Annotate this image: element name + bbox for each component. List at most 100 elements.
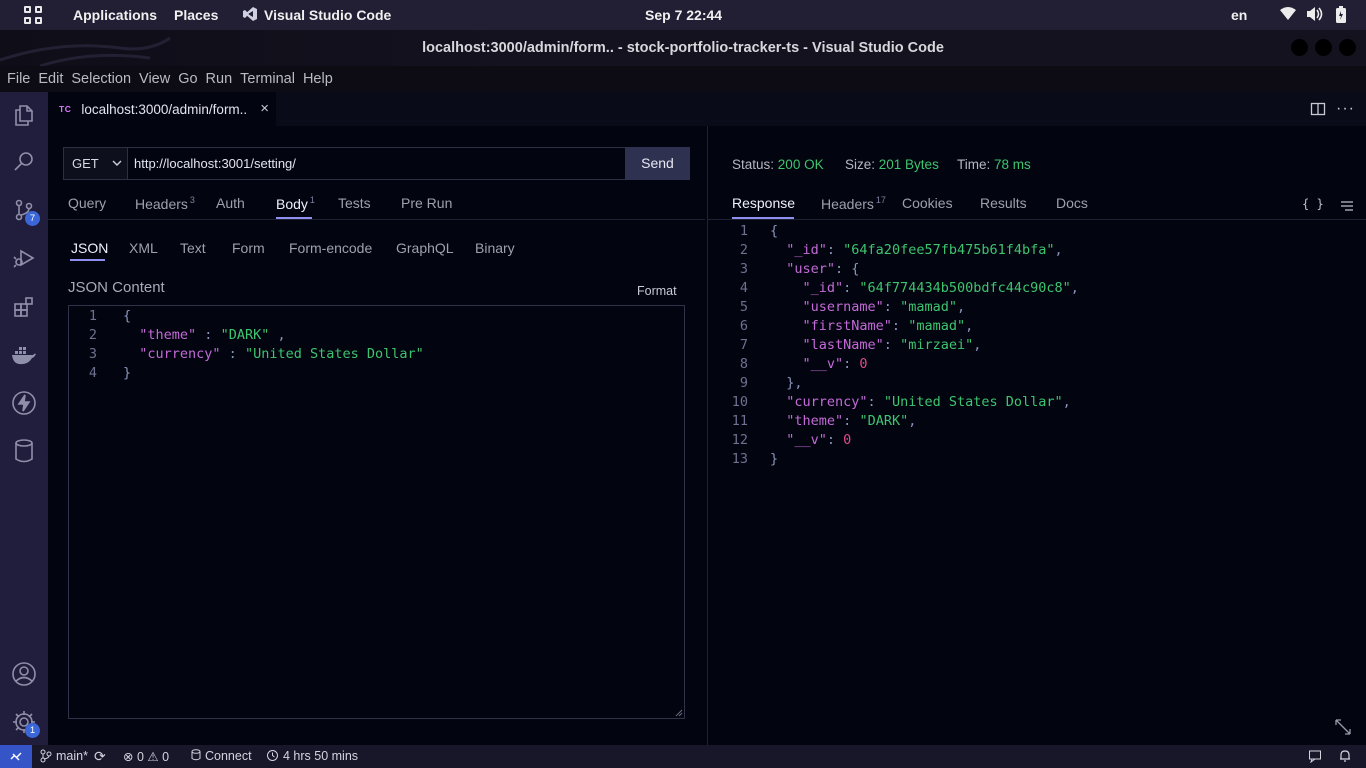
wifi-icon[interactable] [1279,6,1297,25]
code-line: "__v": 0 [802,356,868,372]
code-line: "_id": "64fa20fee57fb475b61f4bfa", [786,242,1063,258]
close-tab-icon[interactable]: × [260,100,269,117]
tab-response[interactable]: Response [732,195,795,211]
body-type-form[interactable]: Form [232,240,265,256]
menu-go[interactable]: Go [178,71,197,87]
response-tabs-divider [708,219,1366,220]
split-editor-icon[interactable] [1310,101,1326,122]
accounts-icon[interactable] [0,651,48,697]
url-input[interactable]: http://localhost:3001/setting/ [128,147,626,180]
clock[interactable]: Sep 7 22:44 [645,7,722,23]
minimize-button[interactable] [1291,39,1308,56]
json-type-underline [70,259,105,261]
database-icon[interactable] [0,428,48,474]
places-menu[interactable]: Places [174,7,218,23]
extensions-icon[interactable] [0,284,48,330]
code-line: "user": { [786,261,860,277]
tab-results[interactable]: Results [980,195,1027,211]
explorer-icon[interactable] [0,92,48,138]
tab-query[interactable]: Query [68,195,106,211]
method-select[interactable]: GET [63,147,128,180]
body-type-xml[interactable]: XML [129,240,158,256]
docker-icon[interactable] [0,332,48,378]
expand-icon[interactable] [1334,718,1352,741]
language-indicator[interactable]: en [1231,7,1247,23]
volume-icon[interactable] [1306,6,1324,25]
line-number: 1 [739,223,748,239]
error-icon: ⊗ [123,750,134,764]
applications-menu[interactable]: Applications [73,7,157,23]
settings-gear-icon[interactable]: 1 [0,699,48,745]
line-number: 12 [731,432,748,448]
menu-file[interactable]: File [7,71,30,87]
body-type-text[interactable]: Text [180,240,206,256]
errors-indicator[interactable]: ⊗ 0 ⚠ 0 [123,749,169,764]
code-line: "theme": "DARK", [786,413,917,429]
thunder-client-icon[interactable] [0,380,48,426]
tab-headers[interactable]: Headers 3 [135,195,195,212]
warning-icon: ⚠ [147,750,159,764]
sync-icon[interactable]: ⟳ [94,748,106,765]
chevron-down-icon [111,157,123,172]
braces-icon[interactable]: { } [1302,197,1324,211]
body-type-form-encode[interactable]: Form-encode [289,240,372,256]
branch-name[interactable]: main* [56,749,88,763]
window-title: localhost:3000/admin/form.. - stock-port… [422,40,944,56]
tab-response-headers[interactable]: Headers 17 [821,195,886,212]
line-number: 2 [88,327,97,343]
code-line: { [123,308,132,324]
maximize-button[interactable] [1315,39,1332,56]
request-tabs-divider [48,219,705,220]
tab-tests[interactable]: Tests [338,195,371,211]
body-type-graphql[interactable]: GraphQL [396,240,454,256]
branch-icon [40,749,52,766]
resize-grip-icon[interactable] [675,709,683,717]
tab-pre-run[interactable]: Pre Run [401,195,452,211]
connect-button[interactable]: Connect [205,749,252,763]
body-type-binary[interactable]: Binary [475,240,515,256]
tab-cookies[interactable]: Cookies [902,195,953,211]
json-content-label: JSON Content [68,279,165,296]
close-window-button[interactable] [1339,39,1356,56]
tab-auth[interactable]: Auth [216,195,245,211]
source-control-icon[interactable]: 7 [0,187,48,233]
activity-bar: 7 1 [0,92,48,745]
line-number: 5 [739,299,748,315]
time-tracker[interactable]: 4 hrs 50 mins [283,749,358,763]
code-line: "lastName": "mirzaei", [802,337,982,353]
line-number: 10 [731,394,748,410]
database-small-icon [191,749,201,764]
editor-area: TC localhost:3000/admin/form.. × ··· GET… [48,92,1366,745]
tab-thunder-client[interactable]: TC localhost:3000/admin/form.. × [48,92,276,126]
line-number: 1 [88,308,97,324]
battery-icon[interactable] [1335,6,1347,27]
search-icon[interactable] [0,139,48,185]
send-button[interactable]: Send [625,147,690,180]
active-app-name[interactable]: Visual Studio Code [264,7,391,23]
request-body-editor[interactable]: 1 2 3 4 { "theme" : "DARK" , "currency" … [68,305,685,719]
format-button[interactable]: Format [637,284,677,298]
menu-view[interactable]: View [139,71,170,87]
code-line: "__v": 0 [786,432,852,448]
tab-docs[interactable]: Docs [1056,195,1088,211]
line-number: 6 [739,318,748,334]
notifications-bell-icon[interactable] [1338,749,1352,766]
feedback-icon[interactable] [1308,749,1322,766]
line-number: 4 [88,365,97,381]
run-debug-icon[interactable] [0,235,48,281]
tab-body[interactable]: Body 1 [276,195,315,212]
code-line: { [770,223,779,239]
more-actions-icon[interactable]: ··· [1336,100,1355,118]
menu-lines-icon[interactable] [1340,199,1354,217]
menu-selection[interactable]: Selection [71,71,131,87]
menu-terminal[interactable]: Terminal [240,71,295,87]
line-number: 4 [739,280,748,296]
line-number: 3 [88,346,97,362]
body-type-json[interactable]: JSON [71,240,108,256]
menu-run[interactable]: Run [206,71,233,87]
menu-help[interactable]: Help [303,71,333,87]
response-body[interactable]: 1 2 3 4 5 6 7 8 9 10 11 12 13 { "_id": "… [724,223,1364,483]
app-grid-icon[interactable] [24,6,42,24]
remote-indicator[interactable] [0,745,32,768]
menu-edit[interactable]: Edit [38,71,63,87]
